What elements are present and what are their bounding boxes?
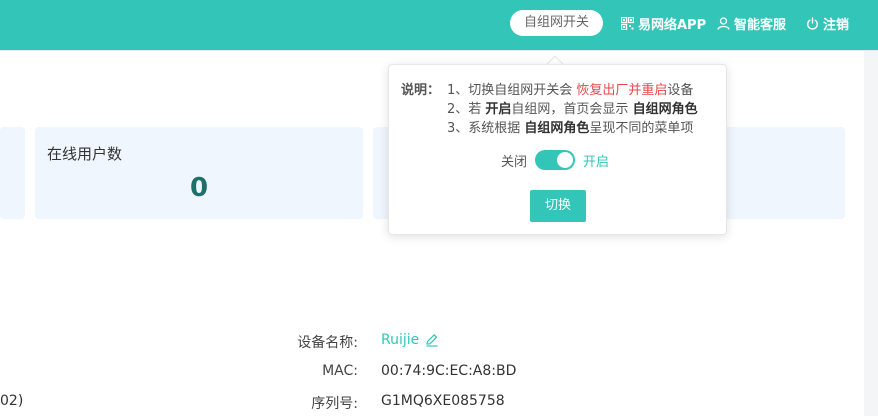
serial-label: 序列号: [311, 396, 358, 412]
smart-service-label: 智能客服 [734, 17, 787, 33]
top-header: 自组网开关 易网络APP 智能客服 注销 [0, 0, 878, 50]
toggle-knob [557, 152, 574, 168]
note-line-2: 2、若 开启自组网，首页会显示 自组网角色 [447, 102, 698, 117]
mesh-switch-button[interactable]: 自组网开关 [510, 10, 603, 36]
mac-label: MAC: [322, 363, 358, 379]
user-icon [716, 16, 730, 30]
qr-code-icon [620, 16, 634, 30]
smart-service-link[interactable]: 智能客服 [716, 14, 787, 33]
mesh-toggle-switch[interactable] [535, 150, 576, 170]
toggle-on-label: 开启 [583, 154, 610, 170]
note-label: 说明： [401, 83, 441, 98]
device-name-label: 设备名称: [297, 335, 358, 351]
app-link[interactable]: 易网络APP [620, 14, 707, 33]
app-link-label: 易网络APP [638, 17, 707, 33]
left-text-fragment: 02) [0, 393, 24, 409]
mesh-switch-popover: 说明： 1、切换自组网开关会 恢复出厂并重启设备 2、若 开启自组网，首页会显示… [388, 64, 727, 235]
card-title: 在线用户数 [47, 145, 123, 163]
logout-label: 注销 [823, 17, 850, 33]
device-name-value: Ruijie [381, 332, 439, 348]
note-highlight: 恢复出厂并重启 [576, 83, 668, 98]
device-name-text: Ruijie [381, 332, 420, 348]
logout-link[interactable]: 注销 [805, 14, 850, 33]
power-icon [805, 16, 819, 30]
serial-value: G1MQ6XE085758 [381, 393, 505, 409]
switch-submit-button[interactable]: 切换 [530, 190, 586, 222]
note-line-3: 3、系统根据 自组网角色呈现不同的菜单项 [447, 121, 694, 136]
right-panel-edge [864, 51, 878, 416]
toggle-off-label: 关闭 [501, 154, 528, 170]
mac-value: 00:74:9C:EC:A8:BD [381, 363, 517, 379]
stat-card-partial [0, 127, 25, 219]
edit-icon[interactable] [425, 333, 439, 347]
mesh-toggle-row: 关闭 开启 [501, 150, 609, 170]
note-line-1: 1、切换自组网开关会 恢复出厂并重启设备 [447, 83, 694, 98]
stat-card-online-users: 在线用户数 0 [35, 127, 363, 219]
card-value: 0 [189, 173, 209, 203]
header-divider [0, 50, 878, 51]
